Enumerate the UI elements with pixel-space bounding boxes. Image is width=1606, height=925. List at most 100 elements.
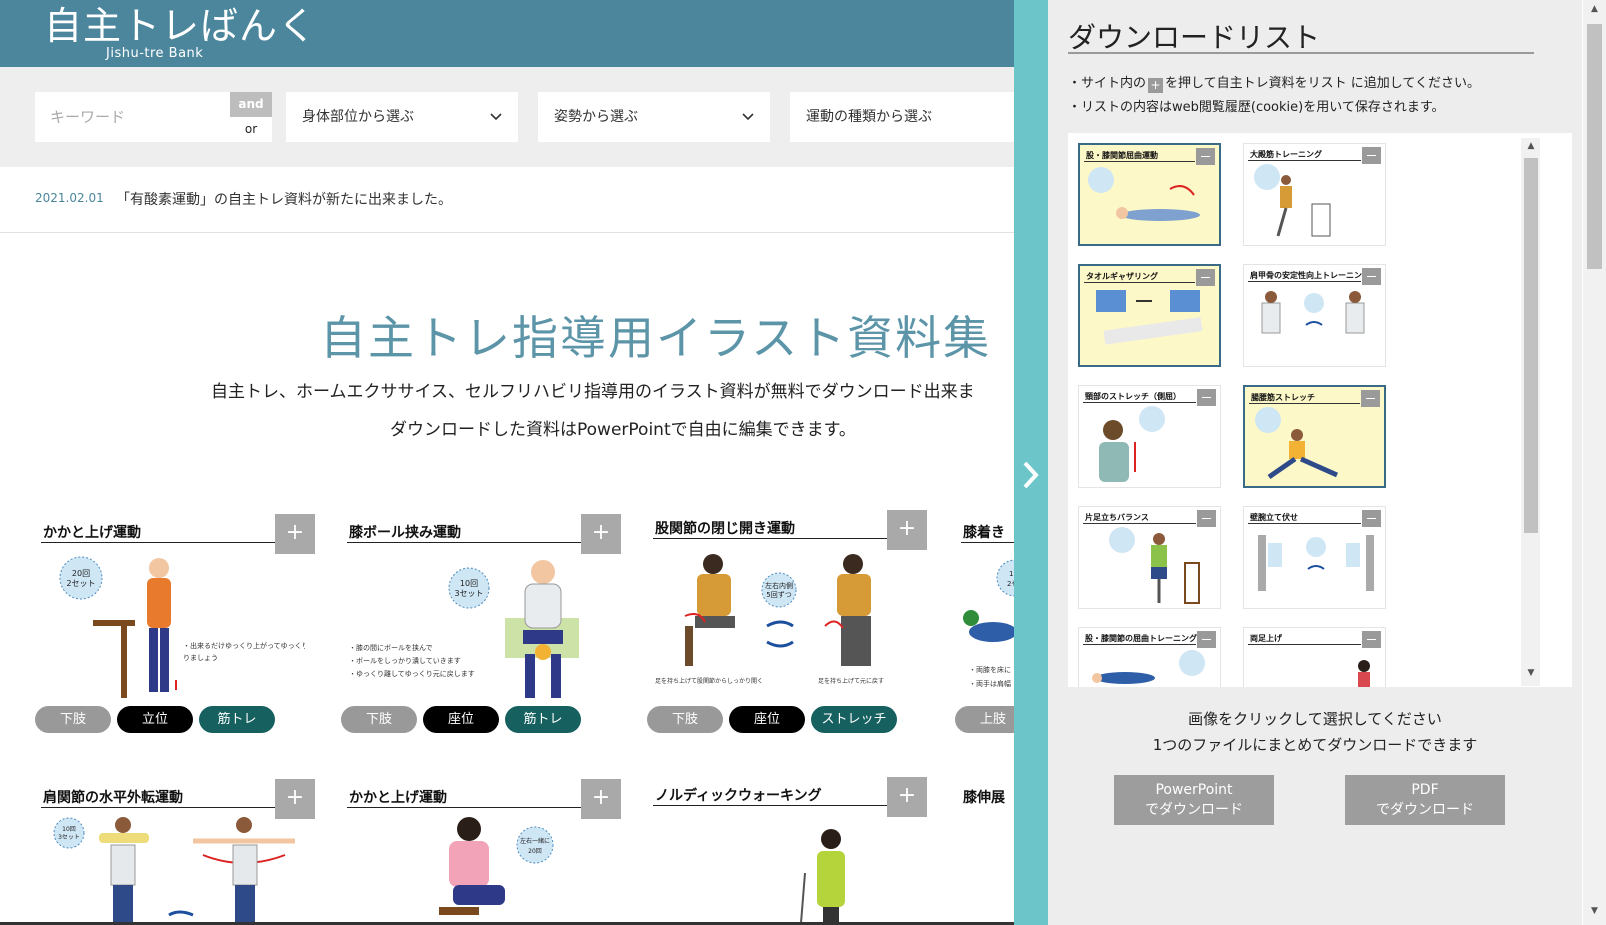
- exercise-type-select-label: 運動の種類から選ぶ: [806, 109, 932, 125]
- list-item-thumbnail[interactable]: 大殿筋トレーニング: [1243, 143, 1386, 246]
- card-title: 膝ボール挟み運動: [349, 525, 461, 541]
- exercise-card[interactable]: 膝伸展: [955, 787, 1014, 925]
- list-item-thumbnail[interactable]: 肩甲骨の安定性向上トレーニング: [1243, 264, 1386, 367]
- tag-body-part[interactable]: 下肢: [341, 706, 417, 733]
- thumb-title: 片足立ちバランス: [1085, 513, 1149, 522]
- news-link[interactable]: 「有酸素運動」の自主トレ資料が新たに出来ました。: [116, 189, 452, 209]
- download-powerpoint-button[interactable]: PowerPoint でダウンロード: [1114, 775, 1274, 825]
- posture-select[interactable]: 姿勢から選ぶ: [538, 92, 770, 142]
- exercise-card[interactable]: 股関節の閉じ開き運動 + 左右内側 5回ずつ 足を持ち上げて股関節からしっかり開…: [647, 510, 927, 733]
- hero-subdescription: ダウンロードした資料はPowerPointで自由に編集できます。: [390, 420, 856, 440]
- minus-icon[interactable]: [1362, 510, 1381, 527]
- search-bar: and or 身体部位から選ぶ 姿勢から選ぶ 運動の種類から選ぶ: [0, 67, 1020, 167]
- exercise-illustration[interactable]: 10回 3セット: [43, 815, 305, 925]
- exercise-illustration[interactable]: 10回 3セット ・膝の間にボールを挟んで ・ボールをしっかり潰していきます ・…: [349, 550, 611, 702]
- minus-icon[interactable]: [1196, 269, 1215, 286]
- card-note: 足を持ち上げて元に戻す: [818, 677, 884, 685]
- divider: [1068, 52, 1534, 54]
- scroll-up-icon[interactable]: ▲: [1524, 141, 1538, 151]
- add-to-list-button[interactable]: +: [581, 514, 621, 554]
- thumb-title: 股・膝関節の屈曲トレーニング: [1085, 634, 1197, 643]
- keyword-input[interactable]: [35, 92, 230, 142]
- list-item-thumbnail[interactable]: 両足上げ: [1243, 627, 1386, 687]
- or-toggle-button[interactable]: or: [230, 117, 272, 142]
- minus-icon[interactable]: [1196, 148, 1215, 165]
- scroll-down-icon[interactable]: ▼: [1583, 906, 1606, 916]
- exercise-illustration[interactable]: 左右一緒に 20回: [349, 815, 611, 925]
- tag-posture[interactable]: 座位: [423, 706, 499, 733]
- add-to-list-button[interactable]: +: [887, 777, 927, 817]
- svg-text:3セット: 3セット: [58, 834, 80, 841]
- divider: [347, 807, 619, 808]
- minus-icon[interactable]: [1361, 390, 1380, 407]
- exercise-illustration: [1276, 175, 1331, 237]
- exercise-card[interactable]: 膝着き 10 2セ ・両膝を床に ・両手は肩幅 上肢: [955, 522, 1014, 737]
- minus-icon[interactable]: [1362, 147, 1381, 164]
- list-item-thumbnail[interactable]: 股・膝関節の屈曲トレーニング: [1078, 627, 1221, 687]
- add-to-list-button[interactable]: +: [275, 779, 315, 819]
- and-toggle-button[interactable]: and: [230, 92, 272, 117]
- minus-icon[interactable]: [1197, 631, 1216, 648]
- exercise-illustration[interactable]: [655, 813, 917, 923]
- thumb-title: 大殿筋トレーニング: [1250, 150, 1322, 159]
- tag-type[interactable]: 筋トレ: [505, 706, 581, 733]
- exercise-card[interactable]: 肩関節の水平外転運動 + 10回 3セット: [35, 779, 315, 925]
- tag-body-part[interactable]: 上肢: [955, 706, 1014, 733]
- exercise-illustration[interactable]: 左右内側 5回ずつ 足を持ち上げて股関節からしっかり開く 足を持ち上げて元に戻す: [655, 546, 917, 698]
- card-title: 肩関節の水平外転運動: [43, 790, 183, 806]
- list-item-thumbnail[interactable]: タオルギャザリング: [1078, 264, 1221, 367]
- tag-body-part[interactable]: 下肢: [35, 706, 111, 733]
- tag-posture[interactable]: 座位: [729, 706, 805, 733]
- page-scrollbar[interactable]: ▲ ▼: [1583, 0, 1606, 925]
- list-item-thumbnail[interactable]: 股・膝関節屈曲運動: [1078, 143, 1221, 246]
- tag-body-part[interactable]: 下肢: [647, 706, 723, 733]
- list-item-thumbnail[interactable]: 片足立ちバランス: [1078, 506, 1221, 609]
- card-title: 股関節の閉じ開き運動: [655, 521, 795, 537]
- download-pdf-button[interactable]: PDF でダウンロード: [1345, 775, 1505, 825]
- scroll-up-icon[interactable]: ▲: [1583, 4, 1606, 14]
- tag-posture[interactable]: 立位: [117, 706, 193, 733]
- list-scrollbar-thumb[interactable]: [1524, 158, 1538, 533]
- exercise-illustration[interactable]: 20回 2セット ・出来るだけゆっくり上がってゆっくりお りましょう: [43, 550, 305, 702]
- chevron-right-icon[interactable]: [1020, 455, 1042, 504]
- scroll-down-icon[interactable]: ▼: [1524, 668, 1538, 678]
- add-to-list-button[interactable]: +: [887, 510, 927, 550]
- panel-instruction: ・リストの内容はweb閲覧履歴(cookie)を用いて保存されます。: [1068, 100, 1445, 115]
- body-part-select[interactable]: 身体部位から選ぶ: [286, 92, 518, 142]
- svg-text:10回: 10回: [62, 826, 76, 833]
- tag-list: 下肢 座位 筋トレ: [341, 706, 581, 733]
- list-item-thumbnail[interactable]: 壁腕立て伏せ: [1243, 506, 1386, 609]
- minus-icon[interactable]: [1362, 631, 1381, 648]
- page-scrollbar-thumb[interactable]: [1587, 24, 1602, 269]
- svg-text:2セ: 2セ: [1007, 580, 1014, 588]
- card-note: ・両手は肩幅: [969, 679, 1011, 688]
- tag-type[interactable]: 筋トレ: [199, 706, 275, 733]
- list-item-thumbnail[interactable]: 頸部のストレッチ（側屈）: [1078, 385, 1221, 488]
- logo-main-text: 自主トレばんく: [44, 4, 318, 48]
- svg-text:2セット: 2セット: [66, 579, 95, 588]
- exercise-card[interactable]: かかと上げ運動 + 20回 2セット ・出来るだけゆっくり上がってゆっくりお り…: [35, 514, 315, 737]
- divider: [653, 538, 925, 539]
- add-to-list-button[interactable]: +: [275, 514, 315, 554]
- minus-icon[interactable]: [1197, 510, 1216, 527]
- site-logo[interactable]: 自主トレばんく Jishu-tre Bank: [44, 4, 318, 61]
- thumb-title: 肩甲骨の安定性向上トレーニング: [1250, 271, 1370, 280]
- minus-icon[interactable]: [1362, 268, 1381, 285]
- exercise-illustration: [1151, 533, 1200, 604]
- panel-toggle[interactable]: [1014, 0, 1048, 925]
- bubble-badge: [1109, 527, 1135, 553]
- list-item-thumbnail[interactable]: 腸腰筋ストレッチ: [1243, 385, 1386, 488]
- button-label: でダウンロード: [1376, 802, 1474, 818]
- chevron-down-icon: [742, 92, 754, 163]
- exercise-card[interactable]: ノルディックウォーキング +: [647, 777, 927, 925]
- exercise-card[interactable]: かかと上げ運動 + 左右一緒に 20回: [341, 779, 621, 925]
- divider: [41, 807, 313, 808]
- instruction-text: ・サイト内の: [1068, 76, 1147, 91]
- exercise-illustration[interactable]: 10 2セ ・両膝を床に ・両手は肩幅: [963, 550, 1014, 702]
- add-to-list-button[interactable]: +: [581, 779, 621, 819]
- tag-type[interactable]: ストレッチ: [811, 706, 897, 733]
- exercise-card[interactable]: 膝ボール挟み運動 + 10回 3セット ・膝の間にボールを挟んで ・ボールをしっ…: [341, 514, 621, 737]
- tag-list: 下肢 立位 筋トレ: [35, 706, 275, 733]
- minus-icon[interactable]: [1197, 389, 1216, 406]
- exercise-type-select[interactable]: 運動の種類から選ぶ: [790, 92, 1014, 142]
